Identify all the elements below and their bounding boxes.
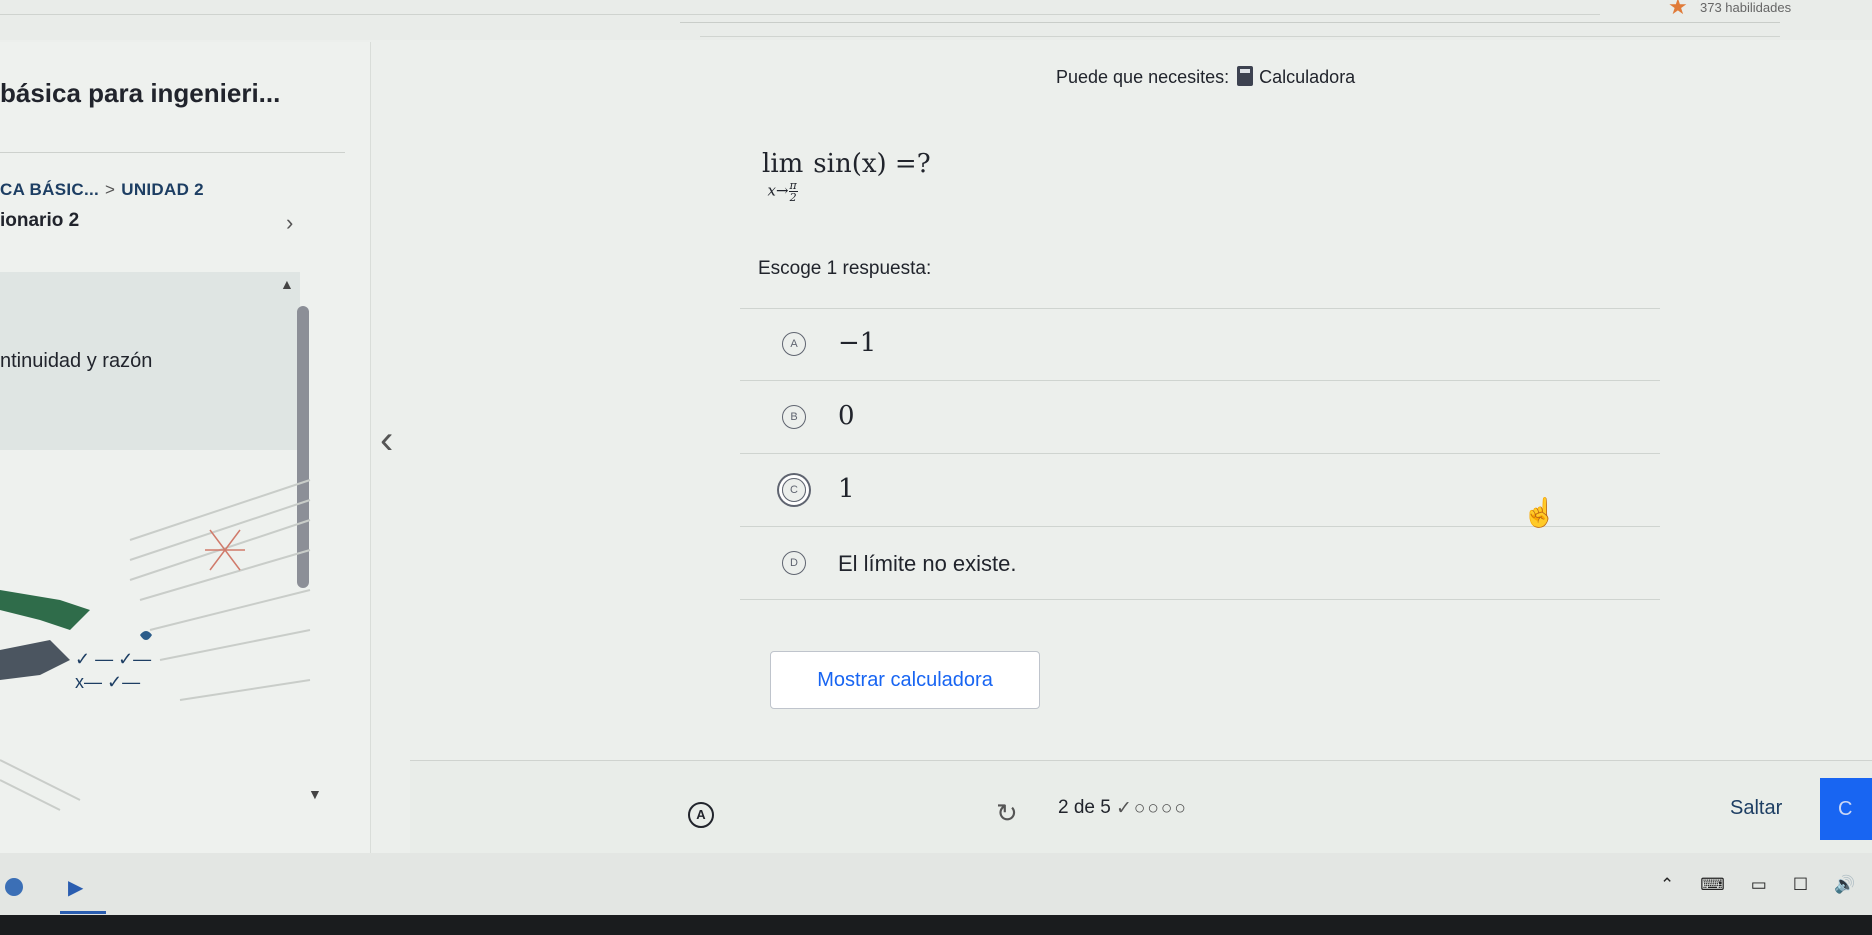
question-expression: lim x→ π 2 sin(x) =?: [762, 150, 931, 203]
course-title[interactable]: básica para ingenieri...: [0, 78, 280, 109]
screen-bezel: [0, 915, 1872, 935]
skip-button[interactable]: Saltar: [1730, 797, 1782, 820]
need-label: Puede que necesites:: [1056, 67, 1230, 87]
choice-letter: D: [782, 551, 806, 575]
divider: [680, 22, 1780, 23]
scroll-up-icon[interactable]: ▲: [280, 276, 294, 292]
svg-text:✓ — ✓—: ✓ — ✓—: [75, 649, 151, 669]
answer-choices: A −1 B 0 C 1 D El límite no existe.: [740, 308, 1660, 600]
back-arrow-icon[interactable]: ‹: [380, 418, 420, 478]
divider: [700, 36, 1780, 37]
system-tray: ⌃⌨▭☐🔊0: [1660, 875, 1872, 895]
choice-letter: A: [782, 332, 806, 356]
choice-d[interactable]: D El límite no existe.: [740, 527, 1660, 600]
chevron-right-icon[interactable]: ›: [286, 210, 293, 236]
divider: [0, 14, 1600, 15]
accessibility-icon[interactable]: A: [688, 802, 714, 828]
app-icon[interactable]: ▶: [68, 875, 83, 900]
top-strip: [0, 0, 1872, 40]
fraction-denominator: 2: [789, 191, 797, 204]
os-taskbar: ▶ ⌃⌨▭☐🔊0: [0, 853, 1872, 935]
check-button[interactable]: C: [1820, 778, 1872, 840]
show-calculator-button[interactable]: Mostrar calculadora: [770, 651, 1040, 709]
choice-text: 0: [838, 401, 855, 431]
choice-letter: B: [782, 405, 806, 429]
breadcrumb-separator: >: [105, 180, 116, 199]
breadcrumb-unit[interactable]: UNIDAD 2: [121, 180, 204, 199]
battery-icon[interactable]: ▭: [1751, 875, 1767, 894]
breadcrumb: CA BÁSIC... > UNIDAD 2: [0, 180, 204, 200]
lim-fraction: π2: [788, 180, 798, 204]
active-app-indicator: [60, 911, 106, 914]
chevron-up-icon[interactable]: ⌃: [1660, 875, 1674, 894]
calculator-link[interactable]: Calculadora: [1259, 67, 1355, 87]
choice-a[interactable]: A −1: [740, 308, 1660, 381]
lesson-label: ntinuidad y razón: [0, 350, 153, 372]
answer-prompt: Escoge 1 respuesta:: [758, 258, 932, 279]
choice-text: El límite no existe.: [838, 551, 1017, 576]
calculator-icon[interactable]: [1237, 66, 1254, 86]
choice-text: −1: [838, 328, 877, 358]
question-function: sin(x) =?: [813, 149, 931, 179]
lim-word: lim: [762, 149, 804, 179]
speaker-icon[interactable]: 🔊: [1834, 875, 1855, 894]
divider: [0, 152, 345, 153]
app-icon[interactable]: [5, 878, 23, 896]
progress-count: 2 de 5: [1058, 797, 1111, 818]
choice-b[interactable]: B 0: [740, 381, 1660, 454]
skills-count[interactable]: 373 habilidades: [1700, 0, 1791, 15]
restart-icon[interactable]: ↻: [996, 798, 1018, 829]
star-icon: ★: [1668, 0, 1688, 19]
progress-dots: ✓○○○○: [1116, 798, 1188, 819]
network-icon[interactable]: ☐: [1793, 875, 1808, 894]
lim-variable: x→: [767, 181, 789, 200]
hand-cursor-icon: ☝: [1522, 497, 1557, 528]
breadcrumb-course[interactable]: CA BÁSIC...: [0, 180, 99, 199]
limit-operator: lim x→ π 2: [762, 150, 803, 203]
choice-letter: C: [782, 478, 806, 502]
lim-subscript: x→ π 2: [762, 180, 803, 203]
lesson-illustration: ✓ — ✓— x— ✓—: [0, 479, 311, 811]
choice-text: 1: [838, 474, 855, 504]
tools-bar: Puede que necesites: Calculadora: [1056, 66, 1355, 88]
unit-title[interactable]: ionario 2: [0, 210, 79, 232]
svg-text:x— ✓—: x— ✓—: [75, 672, 140, 692]
keyboard-icon[interactable]: ⌨: [1700, 875, 1725, 894]
